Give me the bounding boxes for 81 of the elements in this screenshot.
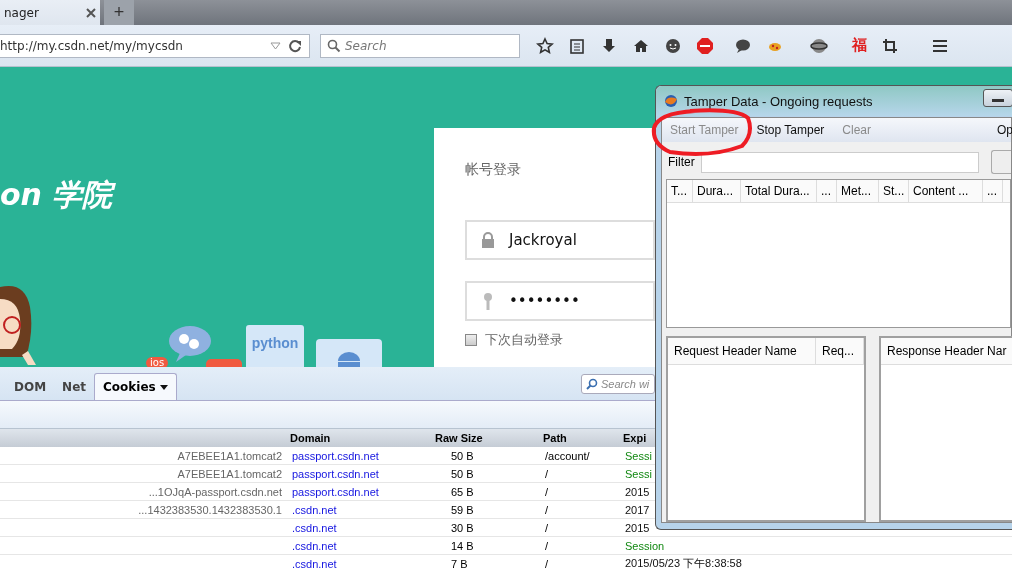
devtools-tab[interactable]: Cookies [94, 373, 177, 400]
devtools-tab[interactable]: Net [54, 374, 95, 400]
window-title: Tamper Data - Ongoing requests [684, 93, 873, 109]
cookie-path: / [545, 467, 549, 480]
username-field[interactable]: Jackroyal [465, 220, 655, 260]
smiley-bubble-icon[interactable] [664, 36, 682, 55]
clipboard-icon[interactable] [568, 36, 586, 55]
python-tile: python [246, 325, 304, 367]
filter-field[interactable] [700, 151, 980, 173]
column-header[interactable]: Met... [837, 180, 879, 202]
cookie-name: ...1432383530.1432383530.1 [138, 503, 282, 516]
cookie-path: / [545, 485, 549, 498]
column-header[interactable]: Req... [816, 338, 864, 364]
search-field[interactable]: Search [320, 33, 520, 58]
devtools-tab[interactable]: DOM [6, 374, 55, 400]
new-tab-button[interactable]: + [104, 0, 134, 25]
minimize-button[interactable] [983, 89, 1012, 107]
cookie-expires: Sessi [625, 467, 652, 480]
remember-checkbox[interactable] [465, 334, 477, 346]
cookie-expires: 2015/05/23 下午8:38:58 [625, 557, 742, 569]
remember-label: 下次自动登录 [485, 331, 563, 349]
cookie-size: 14 B [451, 539, 474, 552]
cookie-size: 50 B [451, 467, 474, 480]
app-icon [664, 94, 678, 108]
password-field[interactable]: •••••••• [465, 281, 655, 321]
search-icon [586, 378, 598, 390]
column-header[interactable]: ... [817, 180, 837, 202]
cookie-domain: .csdn.net [292, 521, 337, 534]
cookie-size: 30 B [451, 521, 474, 534]
cookie-expires: Sessi [625, 449, 652, 462]
cookie-domain: .csdn.net [292, 539, 337, 552]
menu-item[interactable]: Stop Tamper [756, 123, 825, 137]
cookie-name: A7EBEE1A1.tomcat2 [177, 449, 282, 462]
column-header[interactable]: Domain [290, 432, 435, 444]
browser-tab[interactable]: nager [0, 0, 100, 25]
cookie-expires: 2015 [625, 485, 650, 498]
column-header[interactable]: St... [879, 180, 909, 202]
dropdown-reload-icon[interactable] [269, 38, 303, 53]
cookie-size: 59 B [451, 503, 474, 516]
login-title: 帐号登录 [465, 161, 521, 179]
cookie-size: 50 B [451, 449, 474, 462]
column-header[interactable]: Response Header Nar [881, 338, 1012, 364]
cookie-domain: .csdn.net [292, 557, 337, 569]
column-header[interactable]: Path [543, 432, 623, 444]
column-header[interactable]: T... [667, 180, 693, 202]
cookie-path: /account/ [545, 449, 590, 462]
cookie-expires: 2015 [625, 521, 650, 534]
caret-icon [159, 385, 168, 391]
column-header[interactable]: Expi [623, 432, 651, 444]
close-icon[interactable] [86, 7, 96, 18]
cookie-name: A7EBEE1A1.tomcat2 [177, 467, 282, 480]
cookie-size: 7 B [451, 557, 468, 569]
minimize-icon [992, 98, 1004, 103]
chat-bubble-icon [168, 325, 214, 363]
cookie-domain: passport.csdn.net [292, 467, 379, 480]
menu-item[interactable]: Op [997, 123, 1012, 137]
cookie-name: ...1OJqA-passport.csdn.net [148, 485, 282, 498]
cookie-expires: Session [625, 539, 665, 552]
cookie-path: / [545, 521, 549, 534]
filter-label: Filter [668, 155, 695, 169]
cookie-size: 65 B [451, 485, 474, 498]
column-header[interactable]: Request Header Name [668, 338, 816, 364]
cookie-path: / [545, 557, 549, 569]
cookie-path: / [545, 539, 549, 552]
lock-icon [481, 232, 495, 248]
column-header[interactable]: Dura... [693, 180, 741, 202]
key-icon [481, 292, 495, 310]
search-icon [327, 38, 341, 53]
cookie-domain: passport.csdn.net [292, 485, 379, 498]
cookie-path: / [545, 503, 549, 516]
column-header[interactable]: ... [983, 180, 1003, 202]
column-header[interactable]: Raw Size [435, 432, 543, 444]
url-field[interactable]: http://my.csdn.net/my/mycsdn [0, 33, 310, 58]
cookie-expires: 2017 [625, 503, 650, 516]
fu-glyph-button[interactable]: 福 [852, 36, 867, 55]
cookie-domain: passport.csdn.net [292, 449, 379, 462]
devtools-search-field[interactable]: Search wi [581, 374, 655, 394]
column-header[interactable]: Total Dura... [741, 180, 817, 202]
star-icon[interactable] [536, 36, 554, 55]
column-header[interactable]: Content ... [909, 180, 983, 202]
cookie-domain: .csdn.net [292, 503, 337, 516]
